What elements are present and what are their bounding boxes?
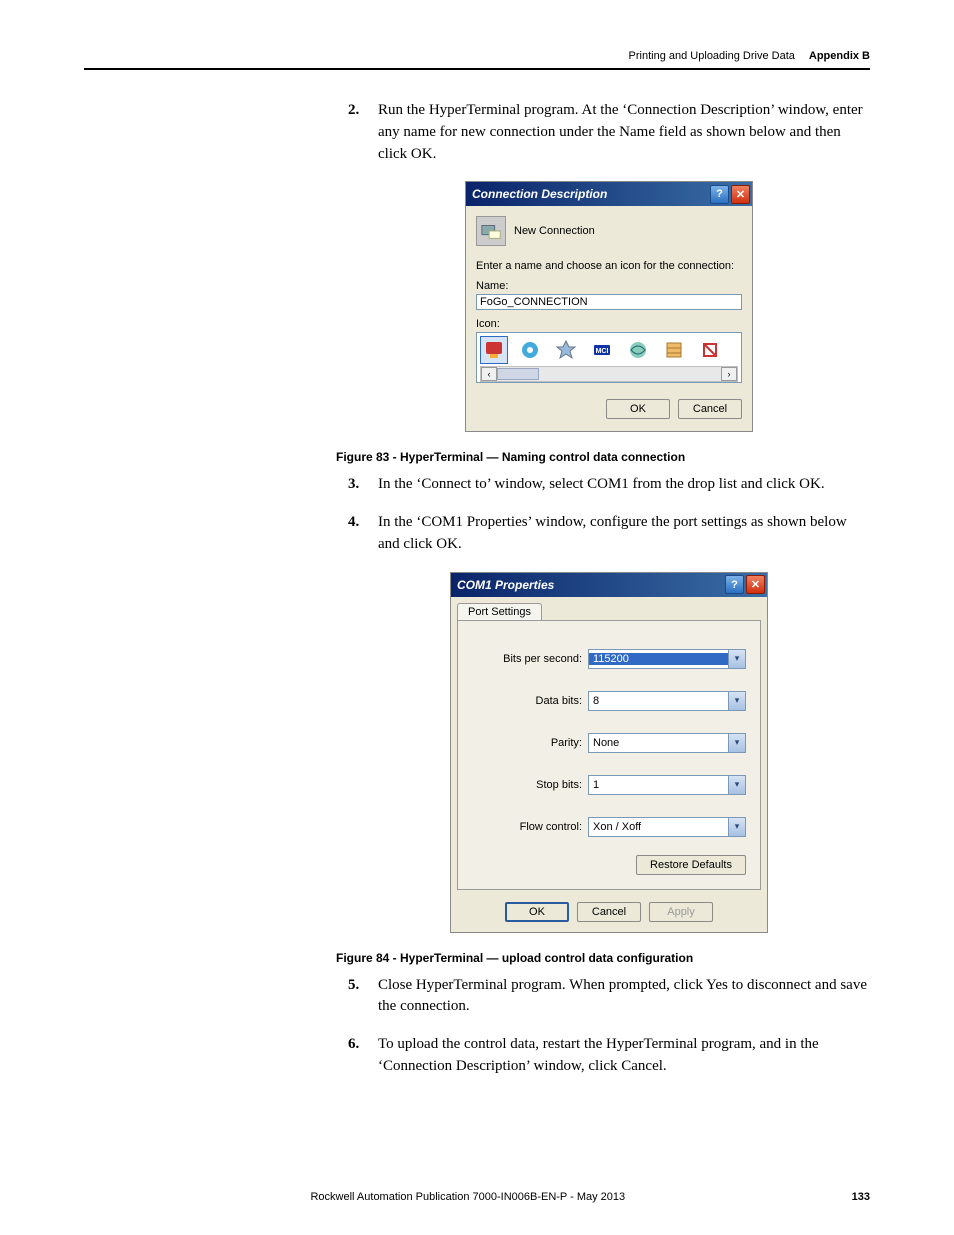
- footer-publication: Rockwell Automation Publication 7000-IN0…: [84, 1191, 852, 1203]
- dialog1-titlebar[interactable]: Connection Description ? ✕: [466, 182, 752, 206]
- step-4: 4. In the ‘COM1 Properties’ window, conf…: [348, 512, 870, 556]
- cancel-button-2[interactable]: Cancel: [577, 902, 641, 922]
- chevron-down-icon[interactable]: ▾: [728, 650, 745, 668]
- footer-page-number: 133: [852, 1191, 870, 1203]
- flow-label: Flow control:: [472, 821, 588, 833]
- step-4-number: 4.: [348, 512, 359, 534]
- bps-combo[interactable]: 115200 ▾: [588, 649, 746, 669]
- stopbits-label: Stop bits:: [472, 779, 588, 791]
- ok-button[interactable]: OK: [606, 399, 670, 419]
- icon-option-3[interactable]: [552, 336, 580, 364]
- name-label: Name:: [476, 280, 742, 292]
- header-appendix: Appendix B: [809, 50, 870, 62]
- chevron-down-icon[interactable]: ▾: [728, 734, 745, 752]
- help-button[interactable]: ?: [710, 185, 729, 204]
- icon-scrollbar[interactable]: ‹ ›: [480, 366, 738, 382]
- help-icon-2: ?: [731, 579, 738, 591]
- help-icon: ?: [716, 188, 723, 200]
- step-5-text: Close HyperTerminal program. When prompt…: [378, 977, 867, 1015]
- flow-combo[interactable]: Xon / Xoff ▾: [588, 817, 746, 837]
- name-input[interactable]: [476, 294, 742, 310]
- tab-port-settings[interactable]: Port Settings: [457, 603, 542, 620]
- connection-description-dialog: Connection Description ? ✕ New Connectio…: [465, 181, 753, 432]
- stopbits-combo[interactable]: 1 ▾: [588, 775, 746, 795]
- port-settings-pane: Bits per second: 115200 ▾ Data bits: 8 ▾: [457, 620, 761, 890]
- databits-value: 8: [589, 695, 728, 707]
- new-connection-label: New Connection: [514, 225, 595, 237]
- stopbits-value: 1: [589, 779, 728, 791]
- icon-option-6[interactable]: [660, 336, 688, 364]
- icon-option-7[interactable]: [696, 336, 724, 364]
- icon-option-4[interactable]: MCI: [588, 336, 616, 364]
- com1-properties-dialog: COM1 Properties ? ✕ Port Settings Bits p…: [450, 572, 768, 933]
- step-4-text: In the ‘COM1 Properties’ window, configu…: [378, 514, 847, 552]
- dialog1-instruction: Enter a name and choose an icon for the …: [476, 260, 742, 272]
- step-2-text: Run the HyperTerminal program. At the ‘C…: [378, 102, 863, 162]
- step-6: 6. To upload the control data, restart t…: [348, 1034, 870, 1078]
- parity-label: Parity:: [472, 737, 588, 749]
- databits-label: Data bits:: [472, 695, 588, 707]
- close-button-2[interactable]: ✕: [746, 575, 765, 594]
- chevron-down-icon[interactable]: ▾: [728, 692, 745, 710]
- scroll-thumb[interactable]: [497, 368, 539, 380]
- scroll-right-icon[interactable]: ›: [721, 367, 737, 381]
- chevron-down-icon[interactable]: ▾: [728, 818, 745, 836]
- step-2-number: 2.: [348, 100, 359, 122]
- step-6-number: 6.: [348, 1034, 359, 1056]
- svg-text:MCI: MCI: [596, 348, 609, 355]
- ok-button-2[interactable]: OK: [505, 902, 569, 922]
- dialog2-title: COM1 Properties: [457, 578, 723, 592]
- figure-83-caption: Figure 83 - HyperTerminal — Naming contr…: [336, 450, 870, 464]
- close-icon-2: ✕: [751, 578, 760, 591]
- apply-button[interactable]: Apply: [649, 902, 713, 922]
- bps-value: 115200: [589, 653, 728, 665]
- close-button[interactable]: ✕: [731, 185, 750, 204]
- close-icon: ✕: [736, 188, 745, 201]
- scroll-left-icon[interactable]: ‹: [481, 367, 497, 381]
- step-2: 2. Run the HyperTerminal program. At the…: [348, 100, 870, 165]
- figure-84-caption: Figure 84 - HyperTerminal — upload contr…: [336, 951, 870, 965]
- header-rule: [84, 68, 870, 70]
- icon-label: Icon:: [476, 318, 742, 330]
- connection-icon: [476, 216, 506, 246]
- step-5: 5. Close HyperTerminal program. When pro…: [348, 975, 870, 1019]
- restore-defaults-button[interactable]: Restore Defaults: [636, 855, 746, 875]
- step-3-text: In the ‘Connect to’ window, select COM1 …: [378, 476, 825, 492]
- step-6-text: To upload the control data, restart the …: [378, 1036, 819, 1074]
- databits-combo[interactable]: 8 ▾: [588, 691, 746, 711]
- help-button-2[interactable]: ?: [725, 575, 744, 594]
- step-5-number: 5.: [348, 975, 359, 997]
- icon-option-1[interactable]: [480, 336, 508, 364]
- parity-value: None: [589, 737, 728, 749]
- chevron-down-icon[interactable]: ▾: [728, 776, 745, 794]
- page-footer: Rockwell Automation Publication 7000-IN0…: [84, 1191, 870, 1203]
- cancel-button[interactable]: Cancel: [678, 399, 742, 419]
- step-3-number: 3.: [348, 474, 359, 496]
- page-header: Printing and Uploading Drive Data Append…: [84, 50, 870, 62]
- icon-option-5[interactable]: [624, 336, 652, 364]
- header-section: Printing and Uploading Drive Data: [629, 50, 795, 62]
- parity-combo[interactable]: None ▾: [588, 733, 746, 753]
- bps-label: Bits per second:: [472, 653, 588, 665]
- step-3: 3. In the ‘Connect to’ window, select CO…: [348, 474, 870, 496]
- flow-value: Xon / Xoff: [589, 821, 728, 833]
- icon-option-2[interactable]: [516, 336, 544, 364]
- dialog2-titlebar[interactable]: COM1 Properties ? ✕: [451, 573, 767, 597]
- dialog1-title: Connection Description: [472, 187, 708, 201]
- icon-chooser[interactable]: MCI ‹ ›: [476, 332, 742, 383]
